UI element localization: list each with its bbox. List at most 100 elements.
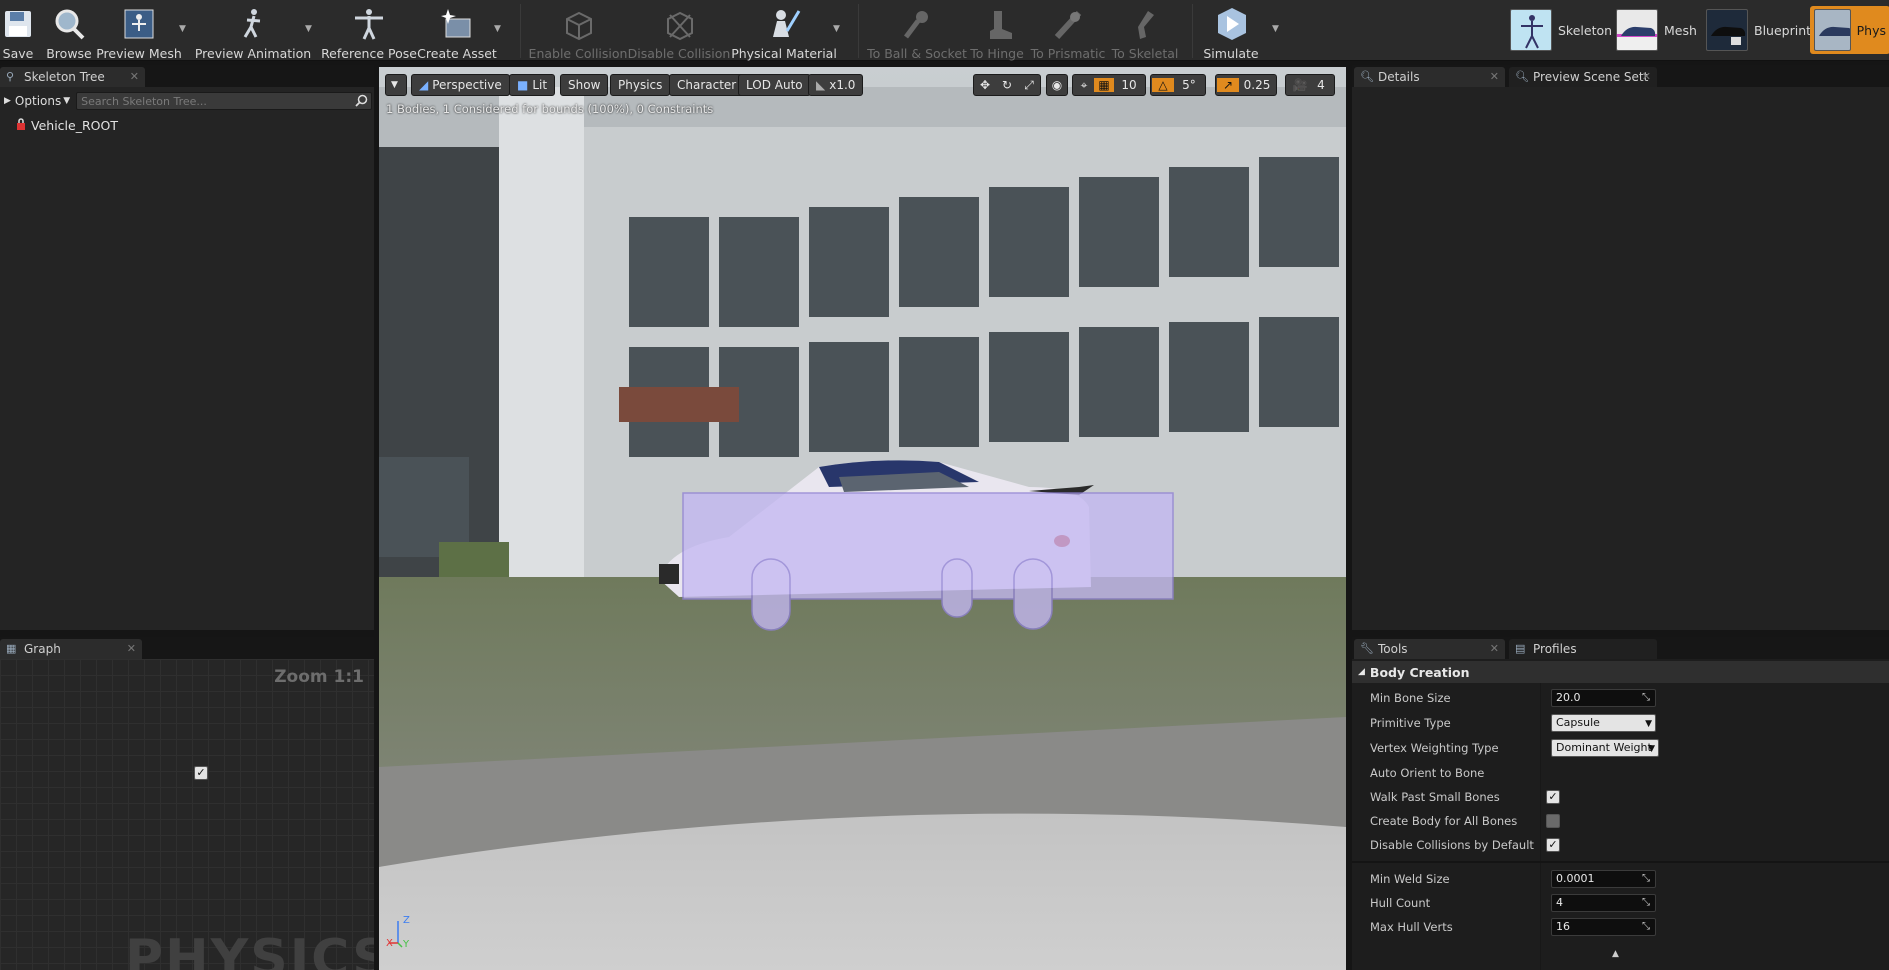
playback-speed-button[interactable]: ◣ x1.0 — [808, 74, 864, 96]
prop-disable-collisions: Disable Collisions by Default ✓ — [1352, 833, 1889, 857]
prop-hull-count: Hull Count 4 ⤡ — [1352, 891, 1889, 915]
close-icon[interactable]: ✕ — [130, 70, 139, 83]
grid-snap-icon[interactable]: ▦ — [1094, 78, 1114, 92]
zoom-level-label: Zoom 1:1 — [274, 667, 364, 687]
tab-graph[interactable]: ▦ Graph ✕ — [0, 639, 142, 659]
axis-gizmo: Z X Y — [386, 915, 418, 951]
spin-arrows-icon[interactable]: ⤡ — [1642, 897, 1653, 908]
close-icon[interactable]: ✕ — [1490, 70, 1499, 83]
physics-dropdown-button[interactable]: Physics — [610, 74, 671, 96]
preview-scene-icon: 🔍︎ — [1515, 70, 1529, 83]
physical-material-dropdown-arrow[interactable]: ▼ — [833, 24, 843, 34]
tab-profiles[interactable]: ▤ Profiles — [1509, 639, 1657, 659]
lock-icon — [16, 118, 26, 133]
create-asset-button[interactable]: Create Asset — [417, 0, 497, 61]
wrench-icon: 🔧︎ — [1360, 642, 1374, 655]
skeleton-tree-search[interactable] — [76, 92, 372, 110]
tab-details[interactable]: 🔍︎ Details ✕ — [1354, 67, 1505, 87]
tab-skeleton-tree[interactable]: ⚲ Skeleton Tree ✕ — [0, 67, 145, 87]
lod-button[interactable]: LOD Auto — [738, 74, 811, 96]
toolbar-separator — [858, 4, 859, 58]
prop-auto-orient: Auto Orient to Bone ✓ — [194, 761, 1889, 785]
auto-orient-checkbox[interactable]: ✓ — [194, 766, 208, 780]
character-dropdown-button[interactable]: Character — [669, 74, 745, 96]
simulate-dropdown-arrow[interactable]: ▼ — [1272, 24, 1282, 34]
grid-snap-value[interactable]: 10 — [1114, 78, 1144, 92]
mode-blueprint-button[interactable]: Blueprint — [1706, 6, 1811, 54]
create-all-checkbox[interactable] — [1546, 814, 1560, 828]
graph-icon: ▦ — [6, 642, 17, 655]
prop-min-bone-size: Min Bone Size 20.0 ⤡ — [1352, 686, 1889, 710]
tree-item-vehicle-root[interactable]: Vehicle_ROOT — [16, 118, 118, 133]
physical-material-button[interactable]: Physical Material — [731, 0, 837, 61]
mode-mesh-button[interactable]: Mesh — [1616, 6, 1697, 54]
hull-count-input[interactable]: 4 ⤡ — [1551, 894, 1656, 912]
graph-tabbar: ▦ Graph ✕ — [0, 637, 374, 659]
rotation-snap-icon[interactable]: △ — [1152, 78, 1174, 92]
preview-animation-button[interactable]: Preview Animation — [195, 0, 311, 61]
main-toolbar: Save Browse Preview Mesh ▼ Preview Anima… — [0, 0, 1889, 61]
to-skeletal-button[interactable]: To Skeletal — [1112, 0, 1178, 61]
close-icon[interactable]: ✕ — [127, 642, 136, 655]
primitive-type-select[interactable]: Capsule ▼ — [1551, 714, 1656, 732]
viewport-options-dropdown[interactable]: ▼ — [385, 74, 407, 96]
graph-canvas[interactable]: Zoom 1:1 PHYSICS — [0, 659, 374, 970]
disable-collisions-checkbox[interactable]: ✓ — [1546, 838, 1560, 852]
search-icon[interactable] — [355, 94, 368, 110]
min-bone-size-input[interactable]: 20.0 ⤡ — [1551, 689, 1656, 707]
chevron-down-icon: ▼ — [1645, 719, 1652, 729]
advanced-expand-arrow-icon[interactable]: ▲ — [1612, 949, 1619, 959]
translate-icon[interactable]: ✥ — [974, 78, 996, 92]
simulate-button[interactable]: Simulate — [1203, 0, 1259, 61]
world-local-toggle[interactable]: ◉ — [1046, 74, 1068, 96]
surface-snap-icon[interactable]: ⌖ — [1074, 78, 1094, 93]
to-ball-socket-button[interactable]: To Ball & Socket — [867, 0, 967, 61]
camera-speed-value[interactable]: 4 — [1311, 78, 1331, 92]
scale-icon[interactable]: ⤢ — [1018, 78, 1040, 93]
show-button[interactable]: Show — [560, 74, 609, 96]
chevron-down-icon: ▼ — [63, 96, 71, 106]
to-hinge-button[interactable]: To Hinge — [968, 0, 1026, 61]
lit-button[interactable]: ■ Lit — [509, 74, 556, 96]
create-asset-dropdown-arrow[interactable]: ▼ — [494, 24, 504, 34]
min-weld-size-input[interactable]: 0.0001 ⤡ — [1551, 870, 1656, 888]
transform-tools-group: ✥ ↻ ⤢ — [973, 74, 1041, 96]
camera-speed-icon[interactable]: 🎥 — [1289, 78, 1311, 92]
world-icon: ◉ — [1051, 78, 1063, 92]
spin-arrows-icon[interactable]: ⤡ — [1642, 873, 1653, 884]
tab-tools[interactable]: 🔧︎ Tools ✕ — [1354, 639, 1505, 659]
viewport-panel[interactable]: ▼ ◢ Perspective ■ Lit Show Physics Chara… — [379, 67, 1346, 970]
disable-collision-button[interactable]: Disable Collision — [628, 0, 730, 61]
rotation-snap-group: △ 5° — [1150, 74, 1206, 96]
browse-button[interactable]: Browse — [46, 0, 92, 61]
close-icon[interactable]: ✕ — [1490, 642, 1499, 655]
mode-physics-button[interactable]: Phys — [1810, 6, 1889, 54]
save-button[interactable]: Save — [0, 0, 36, 61]
details-panel: 🔍︎ Details ✕ 🔍︎ Preview Scene Sett ✕ — [1352, 65, 1889, 630]
simulate-play-icon — [1211, 4, 1251, 44]
scale-snap-icon[interactable]: ↗ — [1217, 78, 1239, 92]
chevron-down-icon: ▼ — [1648, 744, 1655, 754]
tab-preview-scene-settings[interactable]: 🔍︎ Preview Scene Sett ✕ — [1509, 67, 1657, 87]
mode-skeleton-button[interactable]: Skeleton — [1510, 6, 1612, 54]
perspective-button[interactable]: ◢ Perspective — [411, 74, 510, 96]
to-prismatic-button[interactable]: To Prismatic — [1031, 0, 1105, 61]
options-dropdown[interactable]: ▶ Options ▼ — [2, 94, 70, 108]
spin-arrows-icon[interactable]: ⤡ — [1642, 921, 1653, 932]
close-icon[interactable]: ✕ — [1642, 70, 1651, 83]
body-creation-section-header[interactable]: ◢ Body Creation — [1352, 661, 1889, 683]
scale-snap-value[interactable]: 0.25 — [1239, 78, 1275, 92]
spin-arrows-icon[interactable]: ⤡ — [1642, 692, 1653, 703]
preview-mesh-dropdown-arrow[interactable]: ▼ — [179, 24, 189, 34]
enable-collision-button[interactable]: Enable Collision — [529, 0, 627, 61]
preview-mesh-button[interactable]: Preview Mesh — [96, 0, 182, 61]
vertex-weighting-select[interactable]: Dominant Weight ▼ — [1551, 739, 1659, 757]
rotation-snap-value[interactable]: 5° — [1174, 78, 1204, 92]
reference-pose-button[interactable]: Reference Pose — [321, 0, 417, 61]
rotate-icon[interactable]: ↻ — [996, 78, 1018, 92]
max-hull-verts-input[interactable]: 16 ⤡ — [1551, 918, 1656, 936]
search-input[interactable] — [77, 93, 348, 109]
walk-past-checkbox[interactable]: ✓ — [1546, 790, 1560, 804]
details-tabbar: 🔍︎ Details ✕ 🔍︎ Preview Scene Sett ✕ — [1352, 65, 1889, 87]
preview-animation-dropdown-arrow[interactable]: ▼ — [305, 24, 315, 34]
